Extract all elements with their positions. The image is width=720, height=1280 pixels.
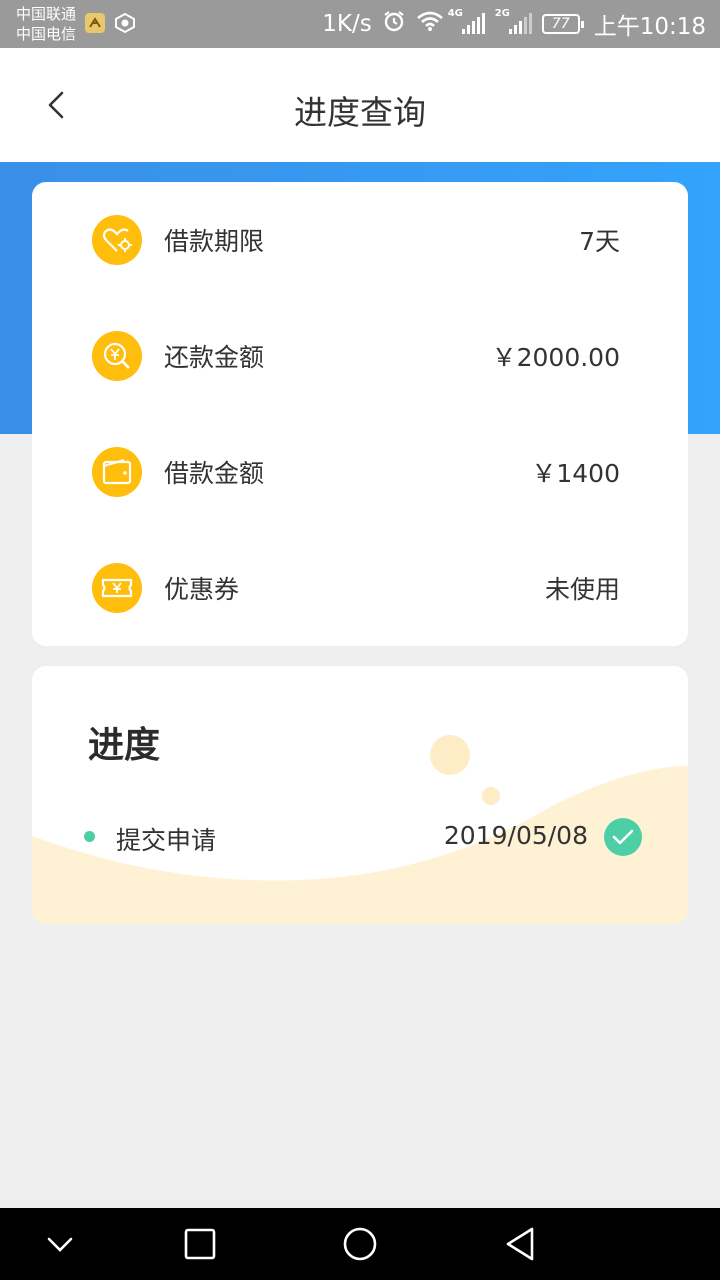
wallet-icon	[92, 447, 142, 497]
repayment-amount-value: ￥2000.00	[491, 343, 620, 372]
network-speed: 1K/s	[322, 11, 372, 37]
loan-amount-row: 借款金额 ￥1400	[32, 414, 688, 530]
step-status-dot	[84, 831, 95, 842]
coupon-value: 未使用	[544, 575, 620, 604]
signal-2g-icon: 2G	[495, 8, 532, 34]
alarm-icon	[382, 9, 406, 39]
wave-decoration	[32, 735, 688, 924]
loan-amount-label: 借款金额	[164, 459, 265, 488]
status-right: 1K/s 4G 2G 77 上午10:18	[322, 8, 706, 40]
coupon-icon	[92, 563, 142, 613]
carrier-1: 中国联通	[16, 5, 77, 23]
status-bar: 中国联通 中国电信 1K/s 4G 2G 77 上午10:18	[0, 0, 720, 48]
heart-gear-icon	[92, 215, 142, 265]
carrier-2: 中国电信	[16, 25, 77, 43]
signal-4g-label: 4G	[447, 8, 463, 19]
app-notification-icon	[84, 12, 106, 38]
square-icon	[184, 1228, 216, 1260]
loan-term-value: 7天	[579, 227, 620, 256]
shield-notification-icon	[114, 12, 136, 38]
progress-card: 进度 提交申请 2019/05/08	[32, 666, 688, 924]
yuan-search-icon	[92, 331, 142, 381]
app-header: 进度查询	[0, 48, 720, 162]
progress-title: 进度	[88, 725, 161, 766]
carrier-info: 中国联通 中国电信	[16, 4, 76, 44]
loan-amount-value: ￥1400	[531, 459, 620, 488]
recents-button[interactable]	[180, 1224, 220, 1264]
step-label: 提交申请	[116, 826, 217, 855]
home-button[interactable]	[340, 1224, 380, 1264]
coupon-row[interactable]: 优惠券 未使用	[32, 530, 688, 646]
loan-term-row: 借款期限 7天	[32, 182, 688, 298]
battery-indicator: 77	[541, 14, 584, 34]
wifi-icon	[416, 10, 444, 38]
repayment-amount-row: 还款金额 ￥2000.00	[32, 298, 688, 414]
circle-icon	[343, 1227, 377, 1261]
repayment-amount-label: 还款金额	[164, 343, 265, 372]
coupon-label: 优惠券	[164, 575, 240, 604]
hide-nav-button[interactable]	[40, 1224, 80, 1264]
triangle-back-icon	[506, 1227, 534, 1261]
signal-2g-label: 2G	[494, 8, 510, 19]
back-nav-button[interactable]	[500, 1224, 540, 1264]
system-navigation-bar	[0, 1208, 720, 1280]
page-title: 进度查询	[294, 93, 426, 132]
loan-term-label: 借款期限	[164, 227, 265, 256]
check-icon	[604, 818, 642, 856]
clock: 上午10:18	[593, 14, 706, 40]
step-date: 2019/05/08	[443, 821, 588, 850]
loan-info-card: 借款期限 7天 还款金额 ￥2000.00 借款金额 ￥1400 优惠券 未使用	[32, 182, 688, 646]
signal-4g-icon: 4G	[448, 8, 485, 34]
chevron-down-icon	[47, 1237, 73, 1252]
